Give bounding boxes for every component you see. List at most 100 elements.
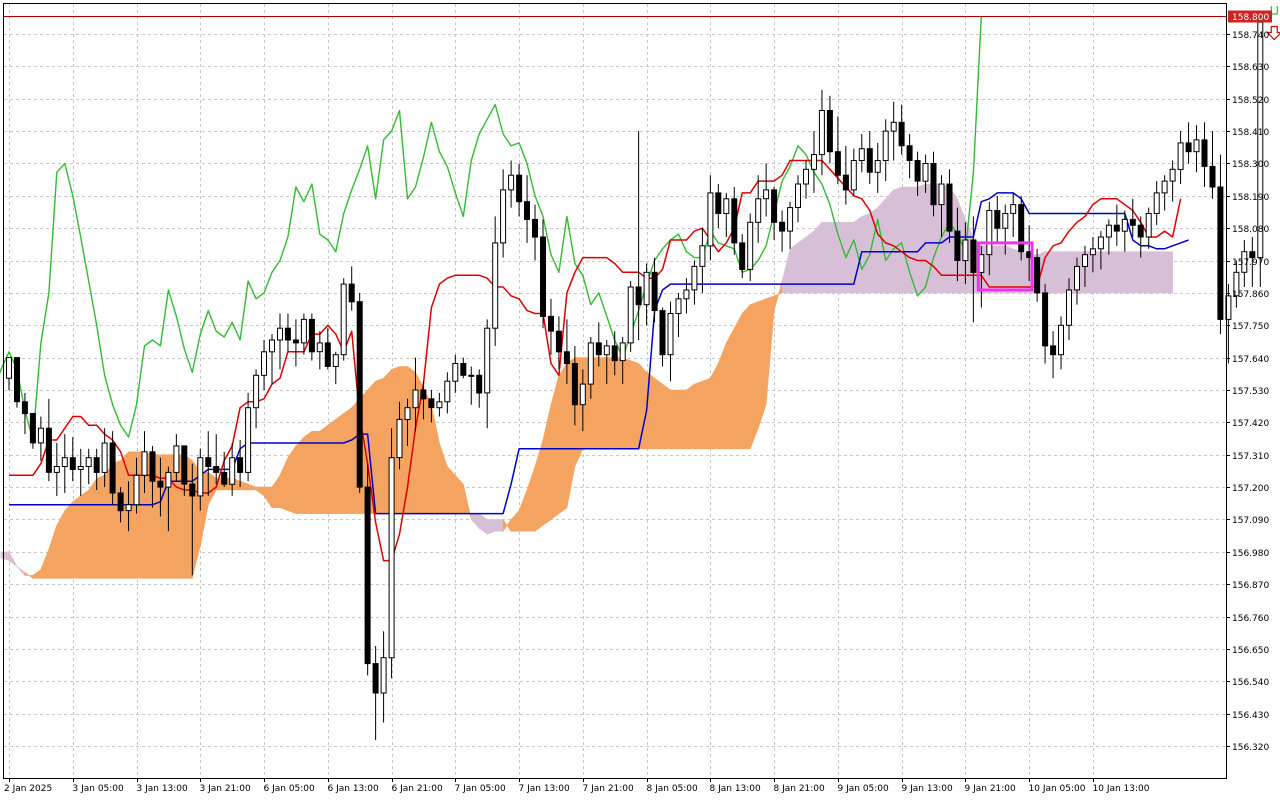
candle-body-bearish [324, 342, 331, 367]
y-tick-label: 157.200 [1232, 484, 1269, 494]
y-tick-label: 157.860 [1232, 290, 1269, 300]
candle-body-bearish [1201, 139, 1208, 167]
candle-body-bullish [1105, 224, 1112, 238]
candle-body-bearish [308, 318, 315, 353]
candle-body-bullish [269, 339, 275, 353]
x-tick-label: 10 Jan 13:00 [1093, 784, 1150, 794]
candle-body-bearish [1249, 251, 1256, 259]
candle-body-bullish [1097, 236, 1104, 250]
x-tick-label: 10 Jan 05:00 [1029, 784, 1086, 794]
candle-body-bearish [109, 442, 116, 494]
candle-body-bullish [133, 474, 140, 506]
candle-body-bearish [1113, 224, 1120, 232]
candle-body-bullish [787, 207, 794, 232]
candle-body-bearish [842, 174, 849, 191]
cloud-segment-bullish [64, 501, 74, 579]
candle-body-bullish [1257, 21, 1264, 259]
candle-body-bullish [173, 445, 180, 473]
candle-body-bullish [667, 313, 674, 356]
candle-body-bearish [516, 174, 523, 203]
candle-body-bullish [492, 242, 499, 329]
cloud-segment-bullish [343, 407, 353, 514]
cloud-segment-bearish [1124, 251, 1134, 294]
cloud-segment-bullish [614, 357, 624, 450]
candle-body-bearish [540, 236, 546, 317]
x-tick-label: 9 Jan 21:00 [965, 784, 1017, 794]
x-tick-label: 8 Jan 05:00 [647, 784, 699, 794]
candle-body-bullish [619, 342, 626, 362]
y-tick-label: 156.430 [1232, 711, 1269, 721]
candle-body-bullish [77, 466, 84, 470]
candle-body-bullish [229, 457, 236, 485]
cloud-segment-bullish [558, 362, 568, 515]
x-tick-label: 3 Jan 13:00 [137, 784, 189, 794]
candle-body-bullish [603, 345, 610, 356]
candle-body-bullish [444, 380, 451, 403]
cloud-segment-bullish [686, 383, 695, 450]
cloud-segment-bullish [630, 360, 639, 450]
candle-body-bullish [1161, 180, 1168, 194]
candle-body-bullish [101, 442, 108, 473]
cloud-segment-bearish [1092, 251, 1102, 294]
cloud-segment-bearish [1100, 251, 1110, 294]
y-tick-label: 158.740 [1232, 31, 1269, 41]
candle-body-bullish [962, 239, 969, 262]
y-tick-label: 157.970 [1232, 258, 1269, 268]
candle-body-bearish [149, 451, 156, 482]
y-tick-label: 156.760 [1232, 614, 1269, 624]
candle-body-bullish [1177, 142, 1184, 170]
y-tick-label: 158.410 [1232, 128, 1269, 138]
candle-body-bullish [388, 457, 395, 659]
candle-body-bullish [380, 657, 387, 694]
y-tick-label: 156.320 [1232, 743, 1269, 753]
candle-body-bullish [811, 154, 817, 170]
candle-body-bullish [850, 160, 857, 191]
candle-body-bullish [747, 221, 754, 270]
candle-body-bullish [691, 265, 698, 291]
candle-body-bullish [707, 192, 714, 247]
candle [1018, 195, 1025, 261]
candle-body-bearish [460, 363, 467, 376]
candle-body-bearish [420, 389, 427, 400]
cloud-segment-bullish [80, 489, 89, 579]
cloud-segment-bullish [96, 474, 105, 579]
candle-body-bearish [21, 401, 28, 415]
candle-body-bearish [372, 663, 379, 694]
candle-body-bearish [364, 486, 371, 665]
candle-body-bullish [627, 286, 634, 344]
candle-body-bearish [771, 189, 778, 223]
current-price-badge: 158.800 [1228, 10, 1272, 23]
candle-body-bearish [779, 221, 786, 232]
candle-body-bullish [332, 354, 339, 368]
candle-body-bearish [834, 151, 841, 176]
ichimoku-price-chart[interactable]: 158.740 158.630 158.520 158.410 158.300 158.1… [0, 0, 1280, 800]
candle-body-bullish [436, 401, 443, 409]
cloud-segment-bullish [295, 436, 305, 514]
cloud-segment-bullish [678, 389, 687, 450]
cloud-segment-bearish [845, 222, 855, 294]
candle-body-bearish [117, 492, 124, 512]
candle-body-bullish [412, 389, 419, 409]
candle [356, 292, 363, 493]
candle-body-bullish [938, 183, 945, 206]
candle-body-bullish [53, 466, 60, 473]
x-tick-label: 7 Jan 13:00 [519, 784, 571, 794]
cloud-segment-bearish [821, 222, 831, 294]
candle-body-bullish [404, 407, 411, 421]
candle-body-bullish [1066, 289, 1072, 326]
cloud-segment-bullish [670, 389, 679, 450]
cloud-segment-bullish [446, 465, 456, 514]
candle-body-bullish [1002, 213, 1009, 229]
cloud-segment-bearish [877, 198, 887, 294]
candle-body-bullish [1193, 139, 1200, 153]
candle-body-bearish [635, 286, 642, 306]
cloud-segment-bearish [789, 242, 799, 294]
cloud-segment-bearish [885, 189, 895, 294]
candle-body-bearish [189, 483, 196, 497]
candle-body-bearish [906, 145, 913, 162]
candle-body-bullish [1121, 218, 1128, 232]
x-tick-label: 3 Jan 05:00 [73, 784, 125, 794]
cloud-segment-bullish [335, 412, 345, 514]
cloud-segment-bearish [917, 183, 926, 294]
cloud-segment-bearish [837, 222, 847, 294]
